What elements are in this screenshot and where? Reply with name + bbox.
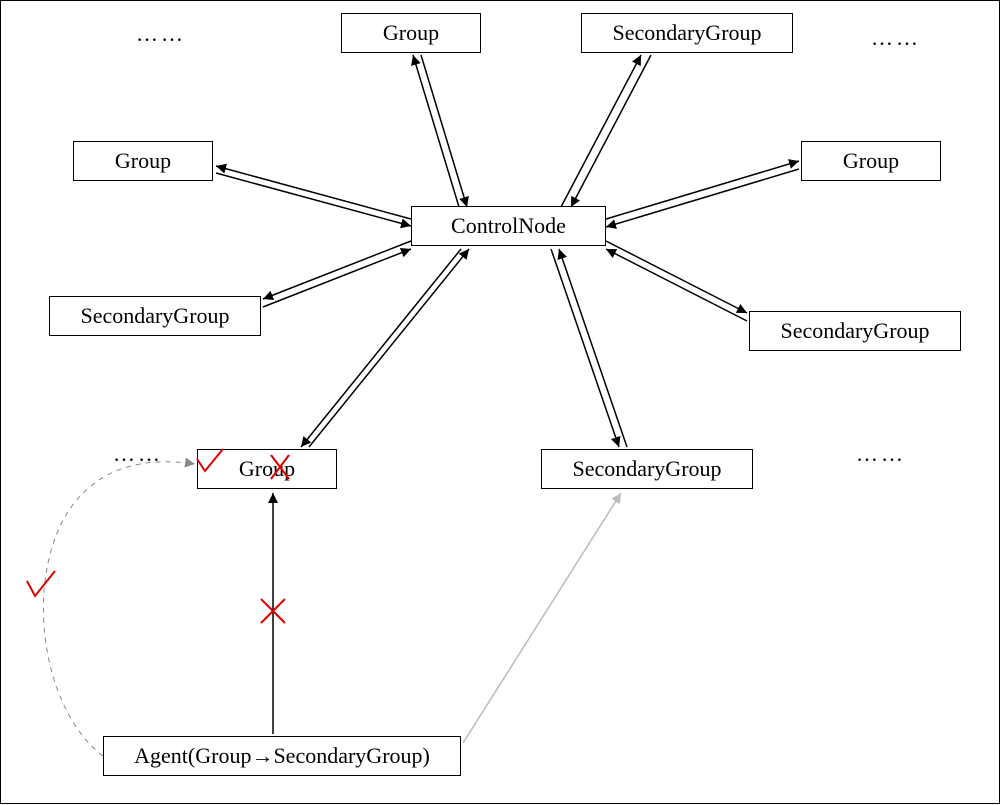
node-group-top: Group	[341, 13, 481, 53]
ellipsis-top-right: ……	[871, 25, 921, 51]
node-control: ControlNode	[411, 206, 606, 246]
ellipsis-top-left: ……	[136, 21, 186, 47]
node-agent: Agent(Group→SecondaryGroup)	[103, 736, 461, 776]
node-secondary-top: SecondaryGroup	[581, 13, 793, 53]
node-secondary-right: SecondaryGroup	[749, 311, 961, 351]
node-group-mid: Group	[197, 449, 337, 489]
node-group-right: Group	[801, 141, 941, 181]
arrows-overlay	[1, 1, 1000, 805]
node-secondary-left: SecondaryGroup	[49, 296, 261, 336]
ellipsis-mid-right: ……	[856, 441, 906, 467]
node-secondary-mid: SecondaryGroup	[541, 449, 753, 489]
node-group-left: Group	[73, 141, 213, 181]
ellipsis-mid-left: ……	[113, 441, 163, 467]
